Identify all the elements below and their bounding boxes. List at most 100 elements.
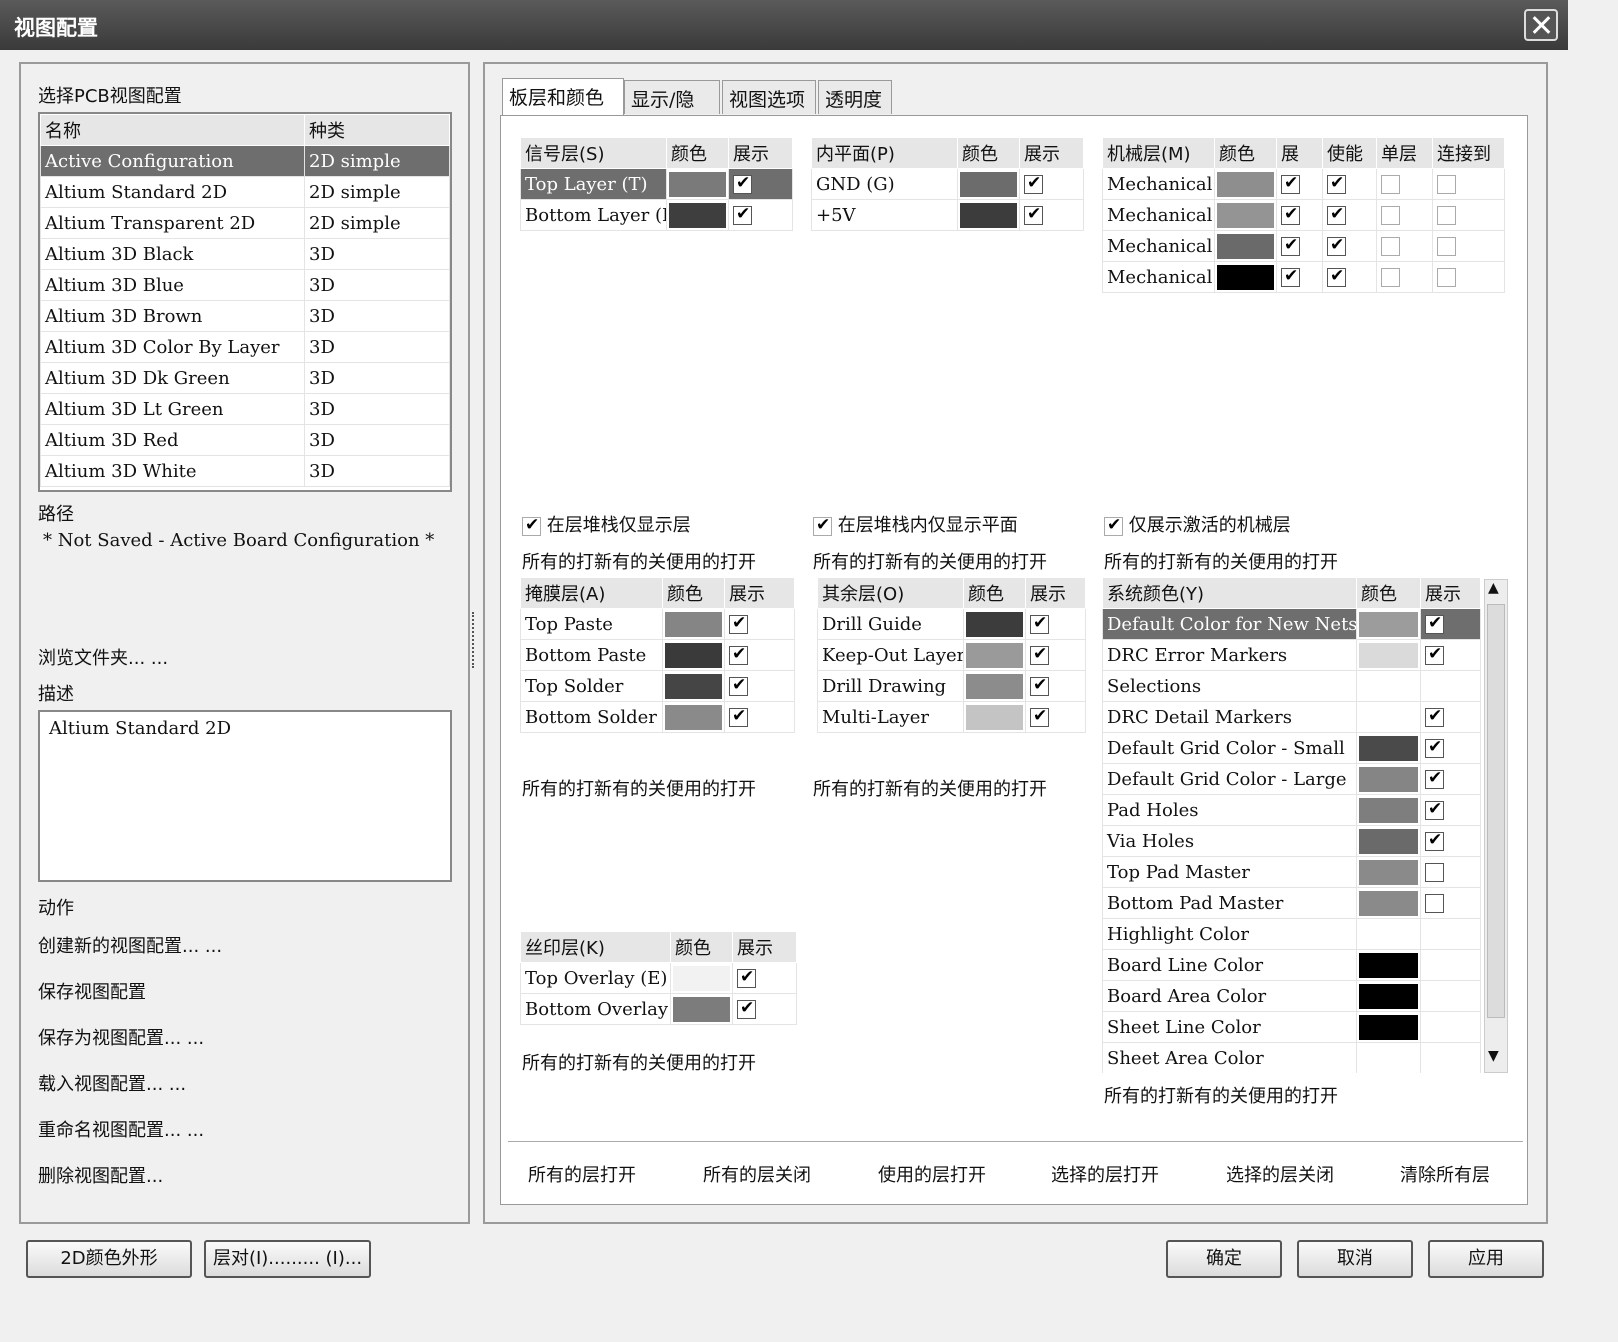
mask-row[interactable]: Top Solder	[520, 670, 795, 702]
color-swatch[interactable]	[1217, 202, 1274, 228]
load-config-link[interactable]: 载入视图配置... ...	[38, 1070, 186, 1096]
single-layer-checkbox[interactable]	[1381, 175, 1400, 194]
sys-show-checkbox[interactable]	[1425, 706, 1444, 727]
other-color-cell[interactable]	[963, 670, 1026, 702]
mech-show-cell[interactable]	[1276, 168, 1323, 200]
sys-show-checkbox[interactable]	[1425, 768, 1444, 789]
color-swatch[interactable]	[665, 704, 722, 730]
color-swatch[interactable]	[1359, 828, 1418, 854]
config-row[interactable]: Altium Transparent 2D 2D simple	[40, 207, 450, 239]
color-swatch[interactable]	[1359, 1014, 1418, 1040]
mask-color-header[interactable]: 颜色	[662, 577, 725, 609]
other-show-checkbox[interactable]	[1030, 644, 1049, 665]
sys-show-cell[interactable]	[1420, 763, 1481, 795]
mech-row[interactable]: Mechanical 1	[1102, 230, 1505, 262]
sys-show-checkbox[interactable]	[1425, 644, 1444, 665]
signal-color-cell[interactable]	[666, 168, 729, 200]
sys-row[interactable]: Highlight Color	[1102, 918, 1481, 950]
plane-name-header[interactable]: 内平面(P)	[811, 137, 958, 169]
mask-name-header[interactable]: 掩膜层(A)	[520, 577, 663, 609]
config-row[interactable]: Altium Standard 2D 2D simple	[40, 176, 450, 208]
mask-show-cell[interactable]	[724, 701, 795, 733]
sys-show-cell[interactable]	[1420, 701, 1481, 733]
option-only-active-mech[interactable]: 仅展示激活的机械层	[1104, 511, 1291, 537]
color-swatch[interactable]	[669, 202, 726, 228]
color-swatch[interactable]	[1217, 171, 1274, 197]
silk-color-header[interactable]: 颜色	[670, 931, 733, 963]
sys-row[interactable]: Bottom Pad Master	[1102, 887, 1481, 919]
sys-color-cell[interactable]	[1356, 670, 1421, 702]
color-swatch[interactable]	[1359, 797, 1418, 823]
mask-show-checkbox[interactable]	[729, 675, 748, 696]
color-swatch[interactable]	[1359, 735, 1418, 761]
color-swatch[interactable]	[1359, 673, 1418, 699]
sys-row[interactable]: Via Holes	[1102, 825, 1481, 857]
mech-single-cell[interactable]	[1376, 168, 1433, 200]
plane-color-header[interactable]: 颜色	[957, 137, 1020, 169]
plane-row[interactable]: +5V	[811, 199, 1084, 231]
signal-name-header[interactable]: 信号层(S)	[520, 137, 667, 169]
mech-link-cell[interactable]	[1432, 199, 1505, 231]
sys-show-cell[interactable]	[1420, 825, 1481, 857]
color-swatch[interactable]	[1359, 921, 1418, 947]
sys-show-checkbox[interactable]	[1425, 737, 1444, 758]
sys-name-header[interactable]: 系统颜色(Y)	[1102, 577, 1357, 609]
sys-row[interactable]: DRC Detail Markers	[1102, 701, 1481, 733]
mask-toggle-links[interactable]: 所有的打新有的关便用的打开	[522, 775, 756, 801]
create-config-link[interactable]: 创建新的视图配置... ...	[38, 932, 222, 958]
mech-show-checkbox[interactable]	[1281, 173, 1300, 194]
mask-row[interactable]: Bottom Paste	[520, 639, 795, 671]
color-swatch[interactable]	[665, 611, 722, 637]
mask-color-cell[interactable]	[662, 701, 725, 733]
color-swatch[interactable]	[960, 171, 1017, 197]
sys-show-cell[interactable]	[1420, 732, 1481, 764]
mech-toggle-links[interactable]: 所有的打新有的关便用的打开	[1104, 548, 1338, 574]
plane-row[interactable]: GND (G)	[811, 168, 1084, 200]
other-row[interactable]: Drill Drawing	[817, 670, 1086, 702]
scroll-down-icon[interactable]: ▼	[1488, 1048, 1499, 1064]
browse-folder-link[interactable]: 浏览文件夹... ...	[38, 644, 168, 670]
sys-color-cell[interactable]	[1356, 608, 1421, 640]
sys-color-cell[interactable]	[1356, 763, 1421, 795]
sys-color-cell[interactable]	[1356, 949, 1421, 981]
mask-show-cell[interactable]	[724, 608, 795, 640]
tab-layers-colors[interactable]: 板层和颜色	[502, 78, 624, 116]
color-swatch[interactable]	[1359, 611, 1418, 637]
color-swatch[interactable]	[1359, 1045, 1418, 1071]
mech-row[interactable]: Mechanical 1	[1102, 261, 1505, 293]
other-show-cell[interactable]	[1025, 670, 1086, 702]
other-color-cell[interactable]	[963, 608, 1026, 640]
sys-color-cell[interactable]	[1356, 856, 1421, 888]
sys-row[interactable]: Selections	[1102, 670, 1481, 702]
mask-row[interactable]: Bottom Solder	[520, 701, 795, 733]
description-field[interactable]: Altium Standard 2D	[38, 710, 452, 882]
system-colors-scrollbar[interactable]: ▲ ▼	[1484, 579, 1508, 1073]
mech-color-cell[interactable]	[1214, 261, 1277, 293]
other-show-checkbox[interactable]	[1030, 613, 1049, 634]
sys-show-checkbox[interactable]	[1425, 863, 1444, 882]
mech-enable-cell[interactable]	[1322, 230, 1377, 262]
sys-show-checkbox[interactable]	[1425, 830, 1444, 851]
tab-view-options[interactable]: 视图选项	[722, 80, 816, 114]
silk-color-cell[interactable]	[670, 993, 733, 1025]
plane-show-checkbox[interactable]	[1024, 173, 1043, 194]
sys-show-cell[interactable]	[1420, 794, 1481, 826]
color-swatch[interactable]	[665, 673, 722, 699]
color-swatch[interactable]	[1217, 264, 1274, 290]
mech-show-cell[interactable]	[1276, 230, 1323, 262]
mech-show-cell[interactable]	[1276, 261, 1323, 293]
sys-color-cell[interactable]	[1356, 639, 1421, 671]
selected-layers-on-button[interactable]: 选择的层打开	[1051, 1161, 1159, 1187]
config-row[interactable]: Altium 3D Dk Green 3D	[40, 362, 450, 394]
sys-color-header[interactable]: 颜色	[1356, 577, 1421, 609]
mech-link-cell[interactable]	[1432, 168, 1505, 200]
color-swatch[interactable]	[673, 965, 730, 991]
mask-show-header[interactable]: 展示	[724, 577, 795, 609]
silk-color-cell[interactable]	[670, 962, 733, 994]
config-row[interactable]: Altium 3D Red 3D	[40, 424, 450, 456]
layer-pairs-button[interactable]: 层对(I)......... (I)...	[204, 1240, 371, 1278]
mech-enable-checkbox[interactable]	[1327, 173, 1346, 194]
mech-show-checkbox[interactable]	[1281, 266, 1300, 287]
silk-show-cell[interactable]	[732, 962, 797, 994]
mech-enable-checkbox[interactable]	[1327, 204, 1346, 225]
